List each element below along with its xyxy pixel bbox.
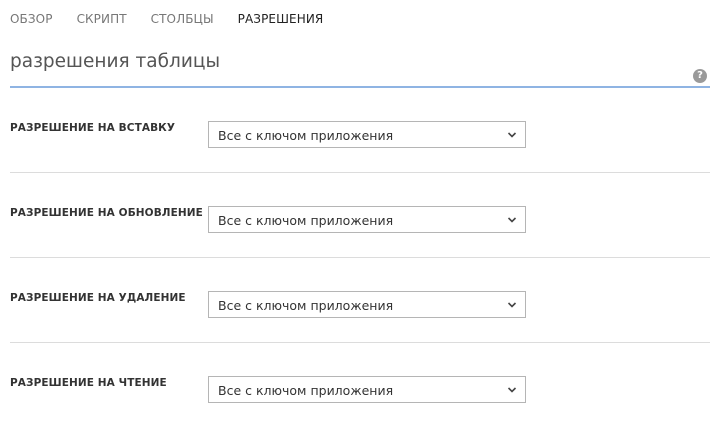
help-icon[interactable]: ?	[693, 69, 707, 83]
permission-row-insert: РАЗРЕШЕНИЕ НА ВСТАВКУ Все с ключом прило…	[10, 88, 710, 173]
update-permission-value: Все с ключом приложения	[218, 213, 394, 228]
read-permission-select[interactable]: Все с ключом приложения	[208, 376, 526, 403]
insert-permission-value: Все с ключом приложения	[218, 128, 394, 143]
read-permission-value: Все с ключом приложения	[218, 383, 394, 398]
tab-bar: ОБЗОР СКРИПТ СТОЛБЦЫ РАЗРЕШЕНИЯ	[10, 10, 347, 28]
chevron-down-icon	[507, 302, 517, 308]
tab-script[interactable]: СКРИПТ	[77, 12, 127, 26]
permission-row-delete: РАЗРЕШЕНИЕ НА УДАЛЕНИЕ Все с ключом прил…	[10, 258, 710, 343]
chevron-down-icon	[507, 217, 517, 223]
permission-row-update: РАЗРЕШЕНИЕ НА ОБНОВЛЕНИЕ Все с ключом пр…	[10, 173, 710, 258]
update-permission-select[interactable]: Все с ключом приложения	[208, 206, 526, 233]
tab-permissions[interactable]: РАЗРЕШЕНИЯ	[238, 12, 324, 26]
read-permission-label: РАЗРЕШЕНИЕ НА ЧТЕНИЕ	[10, 377, 167, 389]
update-permission-label: РАЗРЕШЕНИЕ НА ОБНОВЛЕНИЕ	[10, 207, 203, 219]
delete-permission-value: Все с ключом приложения	[218, 298, 394, 313]
delete-permission-select[interactable]: Все с ключом приложения	[208, 291, 526, 318]
delete-permission-label: РАЗРЕШЕНИЕ НА УДАЛЕНИЕ	[10, 292, 186, 304]
tab-overview[interactable]: ОБЗОР	[10, 12, 53, 26]
tab-columns[interactable]: СТОЛБЦЫ	[151, 12, 214, 26]
insert-permission-select[interactable]: Все с ключом приложения	[208, 121, 526, 148]
chevron-down-icon	[507, 387, 517, 393]
permission-row-read: РАЗРЕШЕНИЕ НА ЧТЕНИЕ Все с ключом прилож…	[10, 343, 710, 428]
section-title: разрешения таблицы	[10, 51, 221, 72]
insert-permission-label: РАЗРЕШЕНИЕ НА ВСТАВКУ	[10, 122, 176, 134]
chevron-down-icon	[507, 132, 517, 138]
